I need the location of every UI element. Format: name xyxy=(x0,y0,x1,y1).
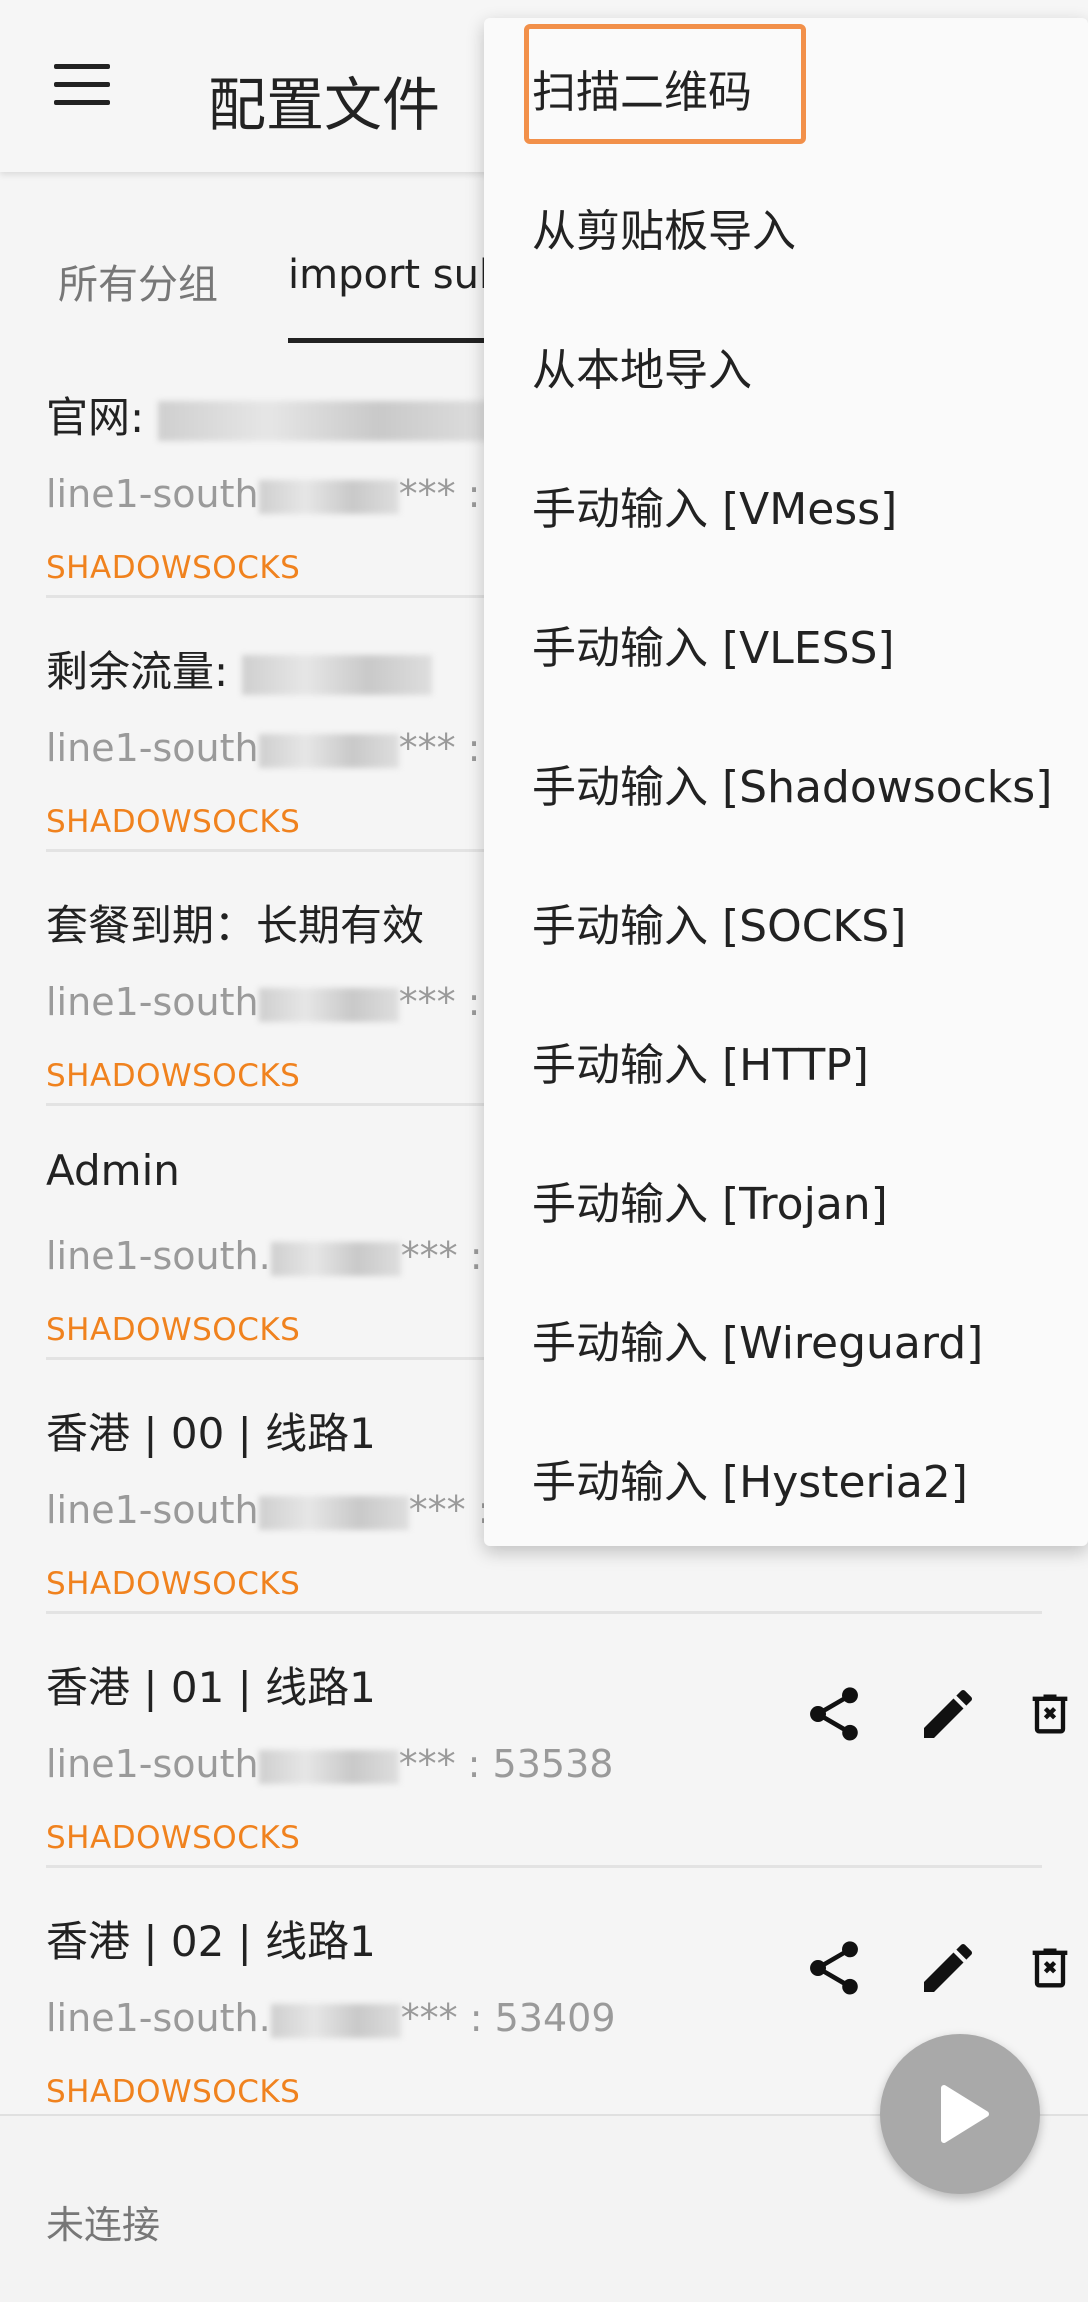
redacted-text xyxy=(270,1241,401,1276)
connect-fab[interactable] xyxy=(880,2034,1040,2194)
redacted-text xyxy=(258,987,399,1022)
profile-name: Admin xyxy=(46,1146,180,1195)
connection-status: 未连接 xyxy=(46,2203,161,2247)
profile-address: line1-south. *** : 4 xyxy=(46,1234,519,1278)
menu-item-manual-shadowsocks[interactable]: 手动输入 [Shadowsocks] xyxy=(532,751,1052,815)
redacted-text xyxy=(258,1749,399,1784)
redacted-text xyxy=(157,400,488,441)
row-actions xyxy=(742,1682,1068,1752)
menu-item-manual-trojan[interactable]: 手动输入 [Trojan] xyxy=(532,1168,888,1232)
hamburger-menu-icon[interactable] xyxy=(54,64,110,112)
profile-type: SHADOWSOCKS xyxy=(46,550,301,586)
edit-icon[interactable] xyxy=(916,1682,980,1746)
play-icon xyxy=(941,2085,989,2143)
profile-address: line1-south *** : 4 xyxy=(46,980,517,1024)
redacted-text xyxy=(241,654,432,695)
page-title: 配置文件 xyxy=(208,71,441,139)
profile-address: line1-south. *** : 53409 xyxy=(46,1996,616,2040)
profile-name: 官网: xyxy=(46,384,488,445)
profile-name: 香港 | 01 | 线路1 xyxy=(46,1663,376,1712)
redacted-text xyxy=(258,1495,409,1530)
menu-item-manual-wireguard[interactable]: 手动输入 [Wireguard] xyxy=(532,1307,983,1371)
profile-type: SHADOWSOCKS xyxy=(46,1566,301,1602)
delete-icon[interactable] xyxy=(1024,1936,1076,2000)
row-actions xyxy=(742,1936,1068,2006)
menu-item-manual-hysteria2[interactable]: 手动输入 [Hysteria2] xyxy=(532,1446,968,1510)
profile-name: 剩余流量: xyxy=(46,638,432,699)
add-profile-menu: 扫描二维码 从剪贴板导入 从本地导入 手动输入 [VMess] 手动输入 [VL… xyxy=(484,18,1088,1546)
profile-type: SHADOWSOCKS xyxy=(46,1312,301,1348)
menu-item-manual-socks[interactable]: 手动输入 [SOCKS] xyxy=(532,890,906,954)
menu-item-manual-vless[interactable]: 手动输入 [VLESS] xyxy=(532,612,895,676)
profile-name: 香港 | 00 | 线路1 xyxy=(46,1409,376,1458)
share-icon[interactable] xyxy=(802,1682,866,1746)
redacted-text xyxy=(270,2003,401,2038)
profile-address: line1-south *** : 53538 xyxy=(46,1742,614,1786)
profile-address: line1-south *** : 1 xyxy=(46,1488,527,1532)
menu-item-import-local[interactable]: 从本地导入 xyxy=(532,334,752,398)
share-icon[interactable] xyxy=(802,1936,866,2000)
edit-icon[interactable] xyxy=(916,1936,980,2000)
profile-row[interactable]: 香港 | 01 | 线路1 line1-south *** : 53538 SHA… xyxy=(46,1614,1068,1868)
profile-type: SHADOWSOCKS xyxy=(46,1820,301,1856)
redacted-text xyxy=(258,733,399,768)
delete-icon[interactable] xyxy=(1024,1682,1076,1746)
menu-item-manual-http[interactable]: 手动输入 [HTTP] xyxy=(532,1029,869,1093)
profile-name: 香港 | 02 | 线路1 xyxy=(46,1917,376,1966)
menu-item-import-clipboard[interactable]: 从剪贴板导入 xyxy=(532,195,796,259)
profile-address: line1-south *** : 4 xyxy=(46,726,517,770)
redacted-text xyxy=(258,479,399,514)
profile-type: SHADOWSOCKS xyxy=(46,1058,301,1094)
profile-type: SHADOWSOCKS xyxy=(46,804,301,840)
tab-import-sub[interactable]: import sub xyxy=(288,252,504,298)
tab-all-groups[interactable]: 所有分组 xyxy=(58,252,218,310)
profile-name: 套餐到期：长期有效 xyxy=(46,901,425,950)
profile-address: line1-south *** : 4 xyxy=(46,472,517,516)
menu-item-manual-vmess[interactable]: 手动输入 [VMess] xyxy=(532,473,897,537)
highlight-box xyxy=(524,24,806,144)
profile-type: SHADOWSOCKS xyxy=(46,2074,301,2110)
